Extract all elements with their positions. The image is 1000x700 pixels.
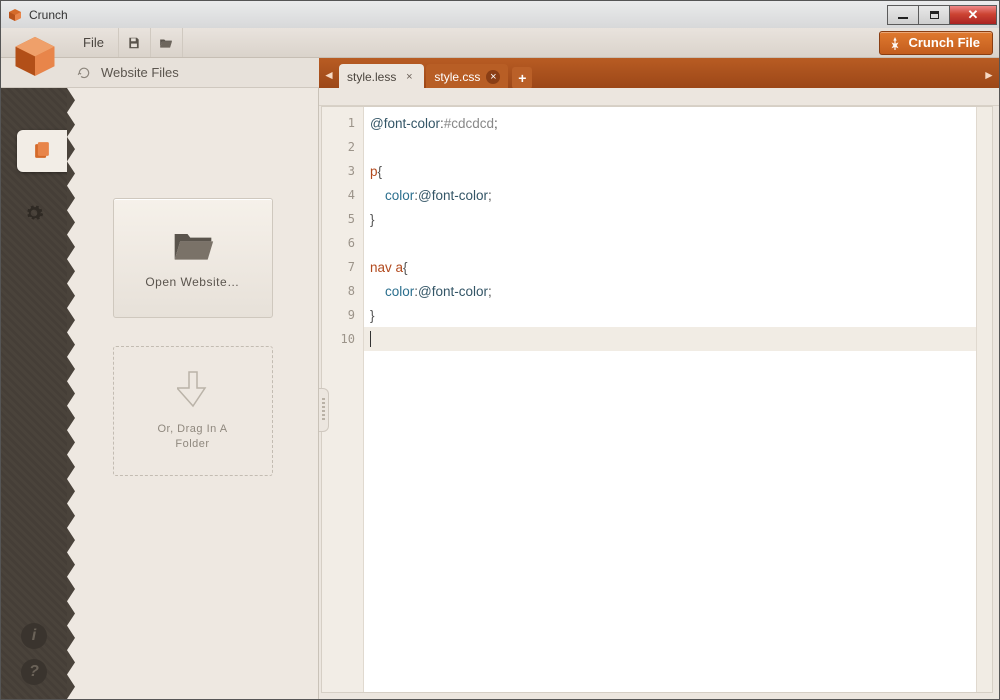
app-logo [3,30,69,86]
window-title: Crunch [29,8,68,22]
crunch-file-label: Crunch File [908,35,980,50]
line-number: 7 [322,255,363,279]
app-body: File Crunch File Website Files ◄ s [0,28,1000,700]
new-tab-button[interactable]: + [512,67,532,89]
files-stack-icon [31,140,53,162]
sidebar-panel: Open Website… Or, Drag In A Folder [67,88,319,699]
tab-label: style.less [347,70,396,84]
code-line[interactable]: } [364,303,976,327]
code-line[interactable]: p{ [364,159,976,183]
gear-icon [24,203,44,223]
line-number: 3 [322,159,363,183]
line-number: 1 [322,111,363,135]
open-folder-button[interactable] [151,28,183,57]
rail-tab-files[interactable] [17,130,67,172]
window-controls: ✕ [888,5,997,25]
line-number: 6 [322,231,363,255]
help-button[interactable]: ? [21,659,47,685]
menu-file[interactable]: File [69,28,119,57]
editor-scrollbar[interactable] [976,107,992,692]
code-line[interactable] [364,327,976,351]
line-number: 2 [322,135,363,159]
editor-tab[interactable]: style.css × [426,64,508,90]
open-website-label: Open Website… [145,275,239,289]
tab-label: style.css [434,70,480,84]
maximize-button[interactable] [918,5,950,25]
code-line[interactable]: nav a{ [364,255,976,279]
code-line[interactable]: color:@font-color; [364,279,976,303]
editor-pane: 12345678910 @font-color:#cdcdcd; p{ color… [319,88,999,699]
drag-folder-label: Or, Drag In A Folder [157,422,227,453]
sidebar-header-label: Website Files [101,65,179,80]
code-line[interactable]: } [364,207,976,231]
tab-scroll-left[interactable]: ◄ [321,62,337,88]
close-button[interactable]: ✕ [949,5,997,25]
code-line[interactable]: @font-color:#cdcdcd; [364,111,976,135]
minimize-button[interactable] [887,5,919,25]
main-body: i ? Open Website… Or, Drag In [1,88,999,699]
window-titlebar[interactable]: Crunch ✕ [0,0,1000,28]
line-number: 9 [322,303,363,327]
code-area[interactable]: @font-color:#cdcdcd; p{ color:@font-color… [364,107,976,692]
text-cursor [370,331,371,347]
crunch-file-button[interactable]: Crunch File [879,31,993,55]
sidebar-splitter[interactable] [319,388,329,432]
tab-close-icon[interactable]: × [402,70,416,84]
line-number: 4 [322,183,363,207]
arrow-down-icon [177,370,209,410]
line-number: 5 [322,207,363,231]
editor-tab-bar: ◄ style.less × style.css × + ► [319,58,999,88]
header-strip: Website Files ◄ style.less × style.css × + … [1,58,999,88]
editor-tab[interactable]: style.less × [339,64,424,90]
info-button[interactable]: i [21,623,47,649]
code-line[interactable] [364,135,976,159]
open-website-button[interactable]: Open Website… [113,198,273,318]
code-line[interactable]: color:@font-color; [364,183,976,207]
editor-chrome-bar [319,88,999,106]
code-line[interactable] [364,231,976,255]
tab-close-icon[interactable]: × [486,70,500,84]
settings-button[interactable] [19,198,49,228]
app-window: Crunch ✕ File [0,0,1000,700]
app-icon [7,7,23,23]
save-button[interactable] [119,28,151,57]
refresh-icon[interactable] [77,66,91,80]
left-rail: i ? [1,88,67,699]
folder-open-icon [171,227,215,263]
line-number: 10 [322,327,363,351]
tab-scroll-right[interactable]: ► [981,62,997,88]
code-editor[interactable]: 12345678910 @font-color:#cdcdcd; p{ color… [321,106,993,693]
drag-folder-target[interactable]: Or, Drag In A Folder [113,346,273,476]
crunch-icon [888,36,902,50]
top-toolbar: File Crunch File [1,28,999,58]
line-number: 8 [322,279,363,303]
